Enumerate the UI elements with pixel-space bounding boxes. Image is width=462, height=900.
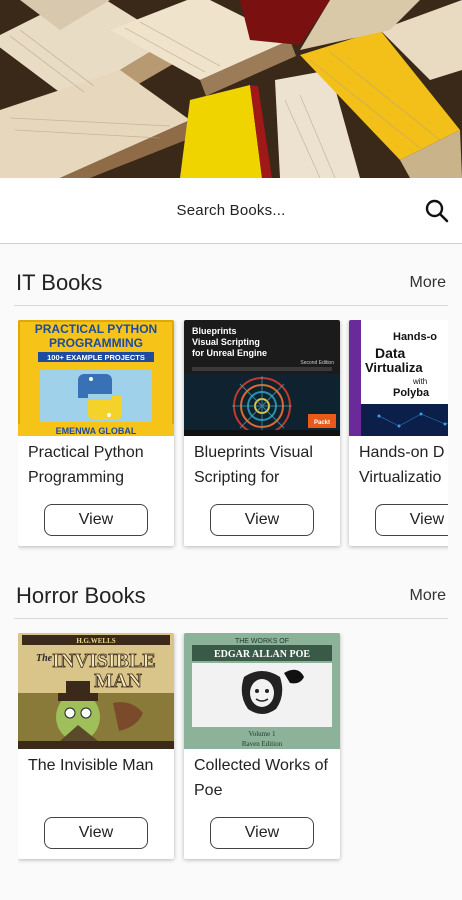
view-button[interactable]: View	[44, 817, 148, 849]
view-button[interactable]: View	[375, 504, 448, 536]
cover-author: H.G.WELLS	[76, 637, 115, 645]
book-card[interactable]: H.G.WELLS The INVISIBLE MAN The Invisibl…	[18, 633, 174, 859]
book-carousel[interactable]: PRACTICAL PYTHON PROGRAMMING 100+ EXAMPL…	[18, 320, 448, 560]
search-placeholder[interactable]: Search Books...	[177, 202, 286, 219]
book-card[interactable]: Hands-o Data Virtualiza with Polyba Hand…	[349, 320, 448, 546]
search-icon[interactable]	[424, 198, 450, 224]
section-title: IT Books	[16, 270, 103, 295]
more-link[interactable]: More	[410, 274, 446, 292]
cover-subtitle: Second Edition	[300, 360, 334, 366]
section-horror-books: Horror Books More H.G.WELLS The INVISIBL…	[0, 575, 462, 859]
book-card[interactable]: THE WORKS OF EDGAR ALLAN POE Volume 1 Ra…	[184, 633, 340, 859]
cover-subtitle: 100+ EXAMPLE PROJECTS	[47, 353, 145, 362]
book-cover-image: Blueprints Visual Scripting for Unreal E…	[184, 320, 340, 436]
book-card[interactable]: Blueprints Visual Scripting for Unreal E…	[184, 320, 340, 546]
section-header: Horror Books More	[14, 575, 448, 619]
hero-banner-image	[0, 0, 462, 178]
book-cover-image: THE WORKS OF EDGAR ALLAN POE Volume 1 Ra…	[184, 633, 340, 749]
view-button[interactable]: View	[44, 504, 148, 536]
book-title: Blueprints Visual Scripting for	[194, 444, 313, 486]
svg-text:PROGRAMMING: PROGRAMMING	[49, 336, 143, 350]
svg-text:Data: Data	[375, 345, 406, 361]
svg-text:with: with	[412, 377, 427, 386]
book-cover-image: PRACTICAL PYTHON PROGRAMMING 100+ EXAMPL…	[18, 320, 174, 436]
search-bar[interactable]: Search Books...	[0, 178, 462, 244]
svg-text:Hands-o: Hands-o	[393, 331, 437, 343]
view-button[interactable]: View	[210, 817, 314, 849]
book-card[interactable]: PRACTICAL PYTHON PROGRAMMING 100+ EXAMPL…	[18, 320, 174, 546]
svg-text:Polyba: Polyba	[393, 387, 430, 399]
svg-text:MAN: MAN	[94, 670, 142, 692]
section-it-books: IT Books More PRACTICAL PYTHON PROGRAMMI…	[0, 262, 462, 546]
book-cover-image: Hands-o Data Virtualiza with Polyba	[349, 320, 448, 436]
cover-badge: Packt	[314, 420, 330, 426]
book-carousel[interactable]: H.G.WELLS The INVISIBLE MAN The Invisibl…	[18, 633, 448, 873]
cover-title: EDGAR ALLAN POE	[214, 649, 310, 660]
cover-title: PRACTICAL PYTHON	[35, 322, 157, 336]
svg-text:Blueprints: Blueprints	[192, 326, 237, 336]
book-title: The Invisible Man	[28, 757, 154, 774]
svg-text:INVISIBLE: INVISIBLE	[52, 650, 155, 672]
svg-text:Visual Scripting: Visual Scripting	[192, 337, 260, 347]
view-button[interactable]: View	[210, 504, 314, 536]
book-title: Collected Works of Poe	[194, 757, 328, 799]
cover-subtitle: The	[36, 653, 53, 664]
cover-author: Raven Edition	[242, 740, 283, 748]
svg-text:Virtualiza: Virtualiza	[365, 360, 423, 375]
book-cover-image: H.G.WELLS The INVISIBLE MAN	[18, 633, 174, 749]
cover-author: EMENWA GLOBAL	[56, 426, 137, 436]
svg-text:for Unreal Engine: for Unreal Engine	[192, 348, 267, 358]
book-title: Practical Python Programming	[28, 444, 144, 486]
book-title: Hands-on D Virtualizatio	[359, 444, 445, 486]
cover-top: THE WORKS OF	[235, 638, 289, 645]
more-link[interactable]: More	[410, 587, 446, 605]
cover-subtitle: Volume 1	[249, 730, 276, 738]
section-title: Horror Books	[16, 583, 146, 608]
section-header: IT Books More	[14, 262, 448, 306]
